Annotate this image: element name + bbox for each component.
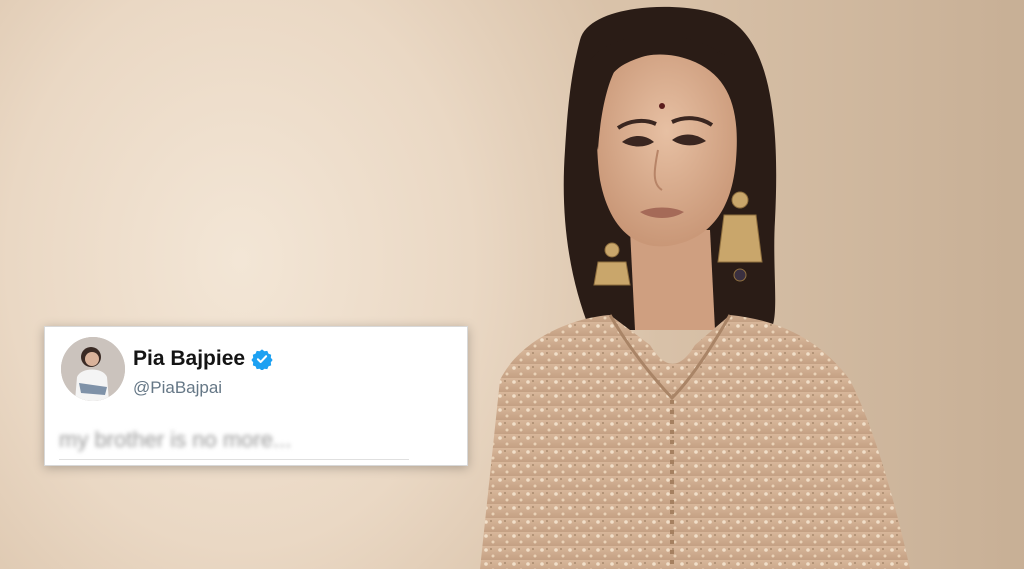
name-row: Pia Bajpiee xyxy=(133,347,273,371)
avatar[interactable] xyxy=(61,337,125,401)
user-handle[interactable]: @PiaBajpai xyxy=(133,378,222,398)
divider xyxy=(59,459,409,460)
verified-badge-icon xyxy=(251,349,273,370)
woman-portrait xyxy=(480,6,910,569)
profile-photo-icon xyxy=(61,337,125,401)
display-name[interactable]: Pia Bajpiee xyxy=(133,347,245,371)
tweet-text: my brother is no more... xyxy=(59,427,292,452)
tweet-card[interactable]: Pia Bajpiee @PiaBajpai my brother is no … xyxy=(44,326,468,466)
background-photo xyxy=(0,0,1024,569)
